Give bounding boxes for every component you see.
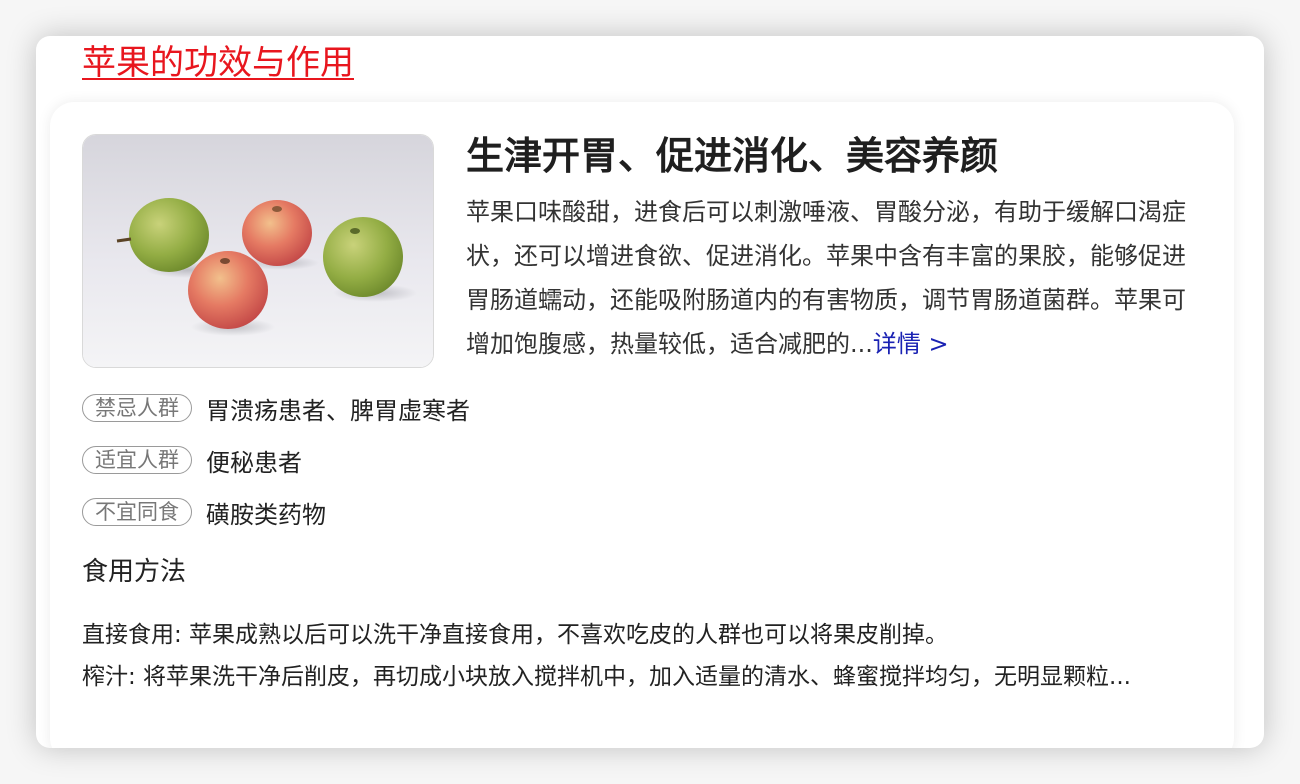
apples-photo[interactable] bbox=[82, 134, 434, 368]
search-result-card: 苹果的功效与作用 生津开胃、促进消化、美容养颜 苹果口味酸甜，进食后可以刺激唾液… bbox=[36, 36, 1264, 748]
method-title: 食用方法 bbox=[82, 557, 187, 587]
tag-value-contraindicated: 胃溃疡患者、脾胃虚寒者 bbox=[206, 396, 470, 425]
answer-headline: 生津开胃、促进消化、美容养颜 bbox=[466, 134, 999, 178]
tag-label-avoid-with: 不宜同食 bbox=[82, 498, 192, 526]
method-item: 榨汁: 将苹果洗干净后削皮，再切成小块放入搅拌机中，加入适量的清水、蜂蜜搅拌均匀… bbox=[82, 664, 1131, 690]
tag-label-suitable: 适宜人群 bbox=[82, 446, 192, 474]
apples-image bbox=[83, 135, 433, 367]
tag-label-contraindicated: 禁忌人群 bbox=[82, 394, 192, 422]
tag-row-contraindicated: 禁忌人群 胃溃疡患者、脾胃虚寒者 bbox=[82, 392, 470, 425]
tag-row-suitable: 适宜人群 便秘患者 bbox=[82, 444, 302, 477]
summary-text: 苹果口味酸甜，进食后可以刺激唾液、胃酸分泌，有助于缓解口渴症状，还可以增进食欲、… bbox=[466, 198, 1186, 358]
details-link[interactable]: 详情 > bbox=[873, 330, 949, 358]
method-item: 直接食用: 苹果成熟以后可以洗干净直接食用，不喜欢吃皮的人群也可以将果皮削掉。 bbox=[82, 622, 949, 648]
tag-value-avoid-with: 磺胺类药物 bbox=[206, 500, 326, 529]
answer-summary: 苹果口味酸甜，进食后可以刺激唾液、胃酸分泌，有助于缓解口渴症状，还可以增进食欲、… bbox=[466, 190, 1206, 366]
tag-row-avoid-with: 不宜同食 磺胺类药物 bbox=[82, 496, 326, 529]
result-title-link[interactable]: 苹果的功效与作用 bbox=[82, 40, 354, 86]
tag-value-suitable: 便秘患者 bbox=[206, 448, 302, 477]
method-list: 直接食用: 苹果成熟以后可以洗干净直接食用，不喜欢吃皮的人群也可以将果皮削掉。 … bbox=[82, 614, 1202, 698]
answer-card: 生津开胃、促进消化、美容养颜 苹果口味酸甜，进食后可以刺激唾液、胃酸分泌，有助于… bbox=[50, 102, 1234, 748]
page: 苹果的功效与作用 生津开胃、促进消化、美容养颜 苹果口味酸甜，进食后可以刺激唾液… bbox=[0, 0, 1300, 784]
